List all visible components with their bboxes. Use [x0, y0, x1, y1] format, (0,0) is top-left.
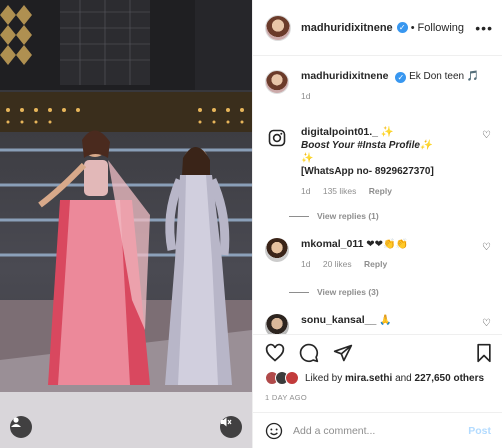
add-comment-bar: Post	[253, 412, 502, 448]
liker-username[interactable]: mira.sethi	[345, 373, 392, 384]
view-replies-button[interactable]: View replies (1)	[289, 211, 379, 221]
bookmark-icon[interactable]	[475, 343, 493, 366]
instagram-post-view: madhuridixitnene ✓ • Following ••• madhu…	[0, 0, 502, 448]
view-replies-label: View replies (1)	[317, 211, 379, 221]
caption-time: 1d	[301, 91, 311, 101]
heart-icon[interactable]: ♡	[482, 318, 491, 329]
likes-summary[interactable]: Liked by mira.sethi and 227,650 others	[265, 371, 484, 385]
comment-text: 🙏	[379, 315, 392, 326]
verified-icon: ✓	[396, 22, 408, 33]
emoji-icon[interactable]	[265, 422, 283, 440]
tagged-users-icon[interactable]	[10, 416, 32, 438]
share-icon[interactable]	[333, 343, 353, 366]
comment-text: Boost Your #Insta Profile✨	[301, 140, 433, 151]
post-side-panel: madhuridixitnene ✓ • Following ••• madhu…	[252, 0, 502, 448]
mute-icon[interactable]	[220, 416, 242, 438]
comment-likes[interactable]: 135 likes	[323, 186, 357, 196]
post-actions: Liked by mira.sethi and 227,650 others 1…	[253, 334, 502, 406]
heart-icon[interactable]: ♡	[482, 130, 491, 141]
following-button[interactable]: Following	[418, 22, 464, 34]
caption-text: Ek Don teen 🎵	[409, 71, 480, 82]
comment-text: ❤❤👏👏	[366, 239, 408, 250]
avatar[interactable]	[265, 314, 289, 334]
list-item: sonu_kansal__ 🙏 ♡	[265, 314, 491, 334]
comment-text: [WhatsApp no- 8929627370]	[301, 166, 434, 177]
post-timestamp: 1 DAY AGO	[265, 393, 308, 402]
reply-button[interactable]: Reply	[369, 186, 392, 196]
post-button[interactable]: Post	[468, 425, 491, 437]
liker-avatars	[265, 371, 299, 385]
comment-likes[interactable]: 20 likes	[323, 259, 352, 269]
comment-text: ✨	[301, 153, 314, 164]
avatar[interactable]	[265, 14, 291, 41]
heart-icon[interactable]: ♡	[482, 242, 491, 253]
comment-username[interactable]: mkomal_011	[301, 238, 363, 250]
caption-username[interactable]: madhuridixitnene	[301, 70, 389, 82]
more-icon[interactable]: •••	[475, 20, 493, 36]
likes-count[interactable]: 227,650 others	[415, 373, 485, 384]
separator-dot: •	[410, 21, 415, 34]
heart-icon[interactable]	[265, 343, 285, 366]
post-video[interactable]	[0, 0, 252, 448]
comment-input[interactable]	[293, 424, 469, 437]
reply-button[interactable]: Reply	[364, 259, 387, 269]
comment-username[interactable]: sonu_kansal__	[301, 314, 376, 326]
verified-icon: ✓	[395, 72, 407, 83]
list-item: digitalpoint01._ ✨ Boost Your #Insta Pro…	[265, 126, 491, 224]
comment-username[interactable]: digitalpoint01._ ✨	[301, 126, 481, 139]
author-username[interactable]: madhuridixitnene	[301, 22, 393, 34]
comment-time: 1d	[301, 259, 311, 269]
comment-icon[interactable]	[299, 343, 319, 366]
instagram-icon[interactable]	[265, 126, 289, 150]
comments-list[interactable]: madhuridixitnene ✓ Ek Don teen 🎵 1d digi…	[253, 56, 502, 334]
video-frame	[0, 0, 252, 448]
post-header: madhuridixitnene ✓ • Following •••	[253, 0, 502, 56]
avatar[interactable]	[265, 70, 289, 94]
avatar[interactable]	[265, 238, 289, 262]
likes-middle: and	[395, 372, 412, 384]
likes-prefix: Liked by	[305, 372, 343, 384]
view-replies-label: View replies (3)	[317, 287, 379, 297]
view-replies-button[interactable]: View replies (3)	[289, 287, 379, 297]
caption: madhuridixitnene ✓ Ek Don teen 🎵 1d	[265, 70, 491, 114]
list-item: mkomal_011 ❤❤👏👏 1d 20 likes Reply ♡	[265, 238, 491, 288]
comment-time: 1d	[301, 186, 311, 196]
